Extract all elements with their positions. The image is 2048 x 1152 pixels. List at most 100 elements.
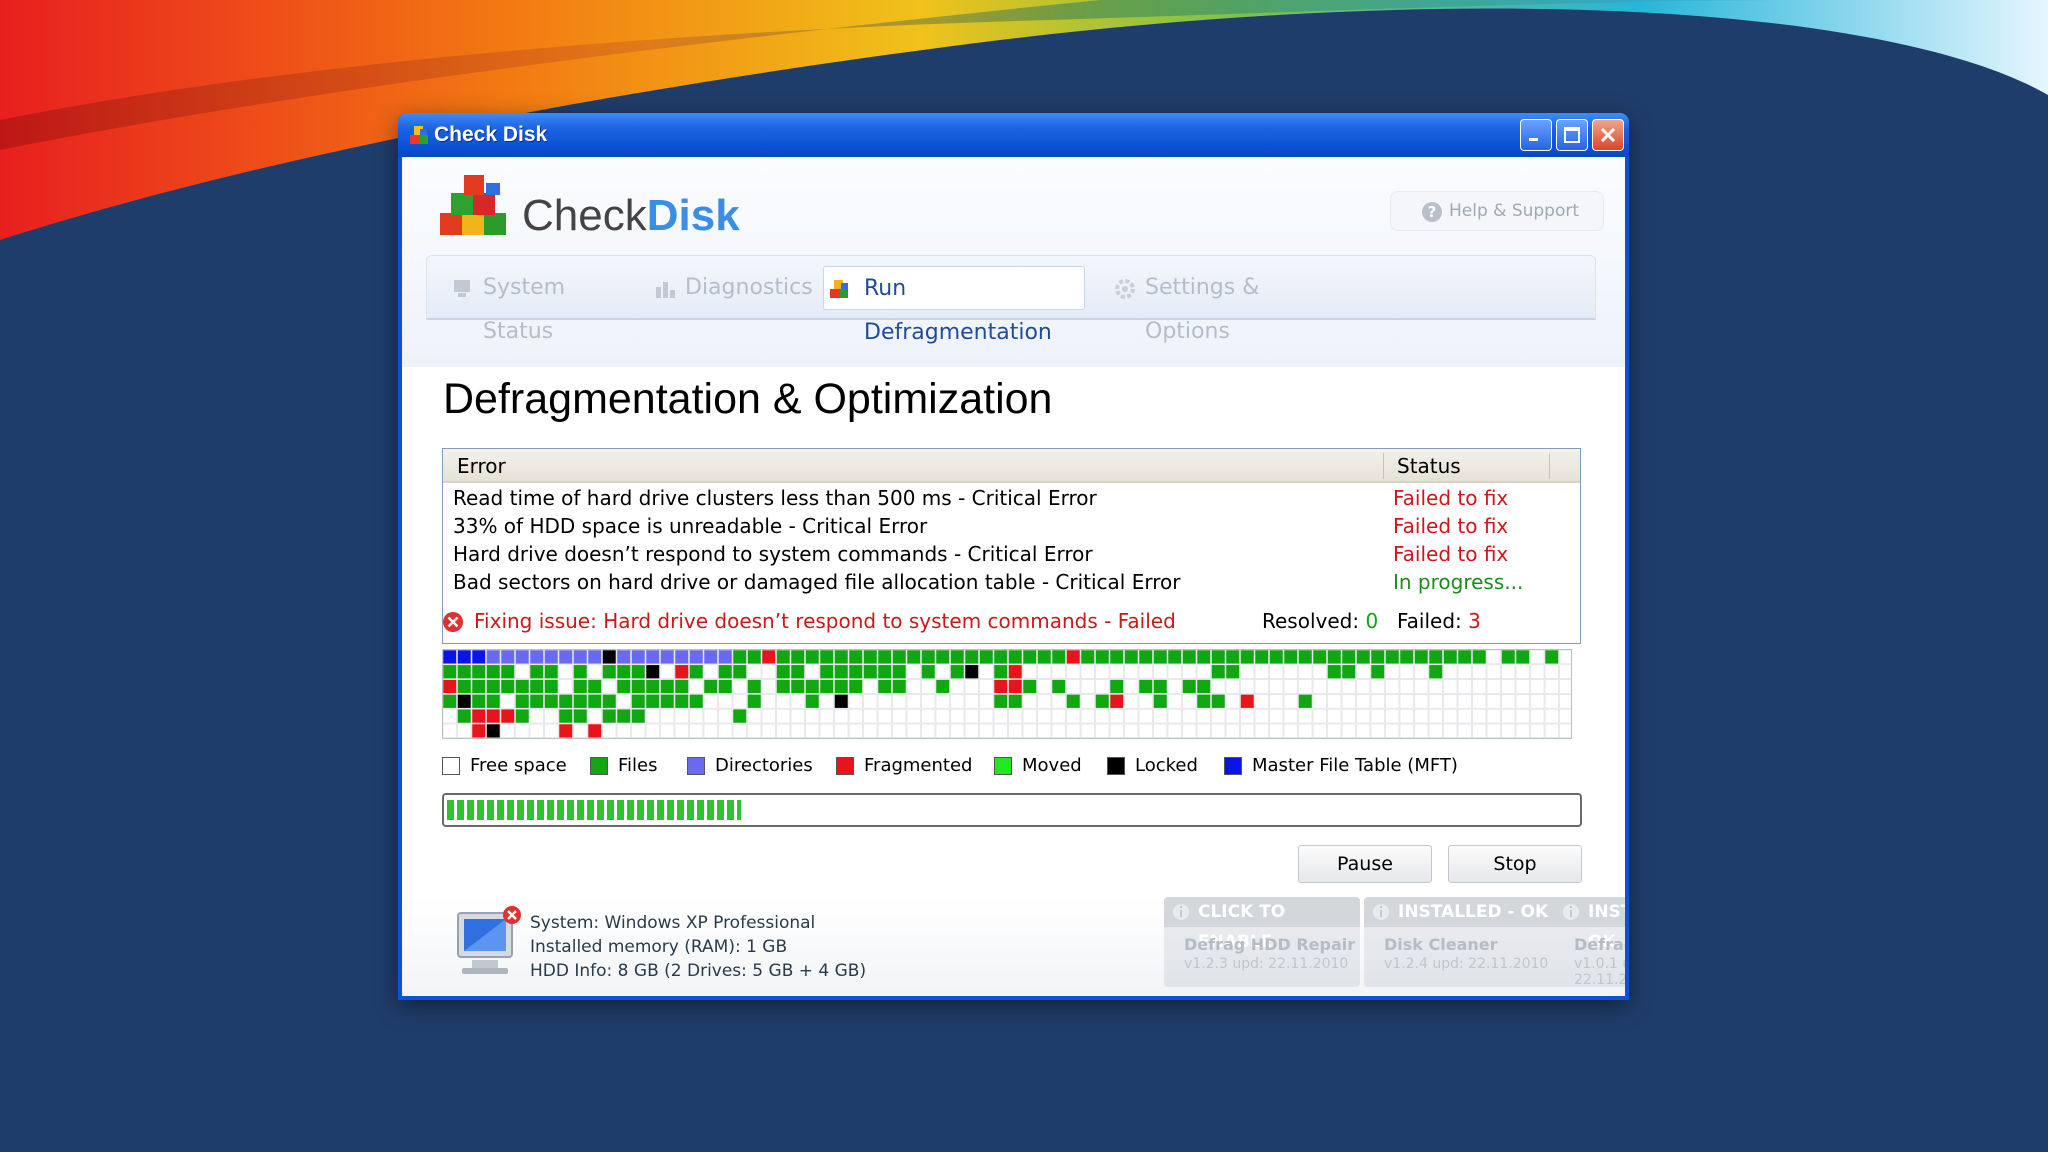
tab-run-defragmentation[interactable]: Run Defragmentation — [823, 266, 1085, 345]
cluster-cell — [1399, 708, 1414, 724]
cluster-cell — [834, 708, 849, 724]
cluster-cell — [515, 694, 530, 709]
cluster-cell — [1095, 723, 1110, 738]
cluster-cell — [1559, 664, 1571, 679]
cluster-cell — [848, 679, 863, 694]
cluster-cell — [631, 664, 646, 679]
cluster-cell — [1356, 694, 1371, 709]
cluster-cell — [1254, 708, 1269, 724]
cluster-cell — [1196, 664, 1211, 679]
cluster-cell — [1080, 708, 1095, 724]
cluster-cell — [1022, 679, 1037, 694]
list-item[interactable]: Bad sectors on hard drive or damaged fil… — [443, 569, 1580, 597]
tool-card-defrag-hdd-repair[interactable]: CLICK TO ENABLE Defrag HDD Repair v1.2.3… — [1164, 897, 1360, 987]
cluster-cell — [1443, 708, 1458, 724]
tab-label: System Status — [483, 275, 566, 344]
cluster-cell — [1124, 723, 1139, 738]
column-header-status[interactable]: Status — [1397, 454, 1461, 478]
cluster-cell — [1153, 708, 1168, 724]
help-support-button[interactable]: ? Help & Support — [1390, 191, 1604, 231]
cluster-cell — [834, 664, 849, 679]
close-button[interactable] — [1592, 119, 1624, 151]
cluster-cell — [660, 664, 675, 679]
cluster-cell — [1066, 650, 1081, 665]
cluster-cell — [1428, 679, 1443, 694]
cluster-cell — [964, 694, 979, 709]
column-divider[interactable] — [1549, 453, 1550, 479]
checkdisk-logo-icon — [440, 175, 506, 235]
cluster-cell — [1298, 723, 1313, 738]
cluster-cell — [1486, 694, 1501, 709]
cluster-cell — [718, 664, 733, 679]
column-header-error[interactable]: Error — [457, 454, 506, 478]
cluster-cell — [848, 708, 863, 724]
cluster-cell — [1370, 664, 1385, 679]
cluster-cell — [500, 650, 515, 665]
cluster-cell — [834, 650, 849, 665]
cluster-cell — [500, 694, 515, 709]
cluster-cell — [1327, 694, 1342, 709]
cluster-cell — [500, 679, 515, 694]
cluster-cell — [471, 664, 486, 679]
cluster-cell — [1008, 723, 1023, 738]
tool-state: INSTALLED - OK — [1364, 897, 1560, 927]
tool-state: INSTALLED - OK — [1554, 897, 1625, 952]
cluster-cell — [877, 650, 892, 665]
tool-name: Disk Cleaner — [1384, 935, 1498, 954]
cluster-cell — [892, 679, 907, 694]
tool-card-disk-cleaner[interactable]: INSTALLED - OK Disk Cleaner v1.2.4 upd: … — [1364, 897, 1560, 987]
cluster-cell — [1472, 664, 1487, 679]
minimize-button[interactable] — [1520, 119, 1552, 151]
list-item[interactable]: Read time of hard drive clusters less th… — [443, 485, 1580, 513]
cluster-cell — [1109, 708, 1124, 724]
cluster-cell — [1327, 679, 1342, 694]
cluster-cell — [877, 664, 892, 679]
cluster-cell — [732, 708, 747, 724]
cluster-cell — [1022, 708, 1037, 724]
cluster-cell — [544, 679, 559, 694]
tab-system-status[interactable]: System Status — [447, 266, 617, 344]
cluster-cell — [950, 723, 965, 738]
cluster-cell — [1182, 694, 1197, 709]
cluster-cell — [1298, 708, 1313, 724]
cluster-cell — [1385, 650, 1400, 665]
cluster-cell — [1167, 694, 1182, 709]
cluster-cell — [1167, 664, 1182, 679]
cluster-cell — [1037, 650, 1052, 665]
cluster-cell — [457, 679, 472, 694]
stop-button[interactable]: Stop — [1448, 845, 1582, 883]
cluster-cell — [674, 664, 689, 679]
cluster-cell — [1341, 694, 1356, 709]
cluster-cell — [790, 650, 805, 665]
cluster-cell — [1269, 664, 1284, 679]
cluster-cell — [1443, 723, 1458, 738]
cluster-cell — [1124, 694, 1139, 709]
cluster-cell — [1066, 723, 1081, 738]
error-status: Failed to fix — [1393, 486, 1509, 510]
cluster-cell — [1066, 679, 1081, 694]
cluster-cell — [1312, 708, 1327, 724]
chart-icon — [656, 282, 675, 298]
window-client-area: CheckDisk ? Help & Support System Status… — [402, 157, 1625, 996]
error-message: Bad sectors on hard drive or damaged fil… — [453, 570, 1181, 594]
cluster-cell — [1312, 723, 1327, 738]
cluster-cell — [1544, 679, 1559, 694]
cluster-cell — [1530, 708, 1545, 724]
tool-card-defrag-scanner[interactable]: INSTALLED - OK Defrag Scanner v1.0.1 upd… — [1554, 897, 1625, 988]
cluster-cell — [1399, 679, 1414, 694]
cluster-cell — [1341, 650, 1356, 665]
cluster-cell — [747, 694, 762, 709]
column-divider[interactable] — [1383, 453, 1384, 479]
cluster-cell — [1109, 694, 1124, 709]
title-bar[interactable]: Check Disk — [398, 113, 1629, 157]
list-item[interactable]: 33% of HDD space is unreadable - Critica… — [443, 513, 1580, 541]
cluster-cell — [1428, 723, 1443, 738]
list-item[interactable]: Hard drive doesn’t respond to system com… — [443, 541, 1580, 569]
legend-label: Directories — [715, 755, 813, 776]
cluster-cell — [1167, 723, 1182, 738]
maximize-button[interactable] — [1556, 119, 1588, 151]
tab-diagnostics[interactable]: Diagnostics — [649, 266, 813, 310]
cluster-cell — [732, 679, 747, 694]
pause-button[interactable]: Pause — [1298, 845, 1432, 883]
tab-settings-options[interactable]: Settings & Options — [1109, 266, 1329, 344]
